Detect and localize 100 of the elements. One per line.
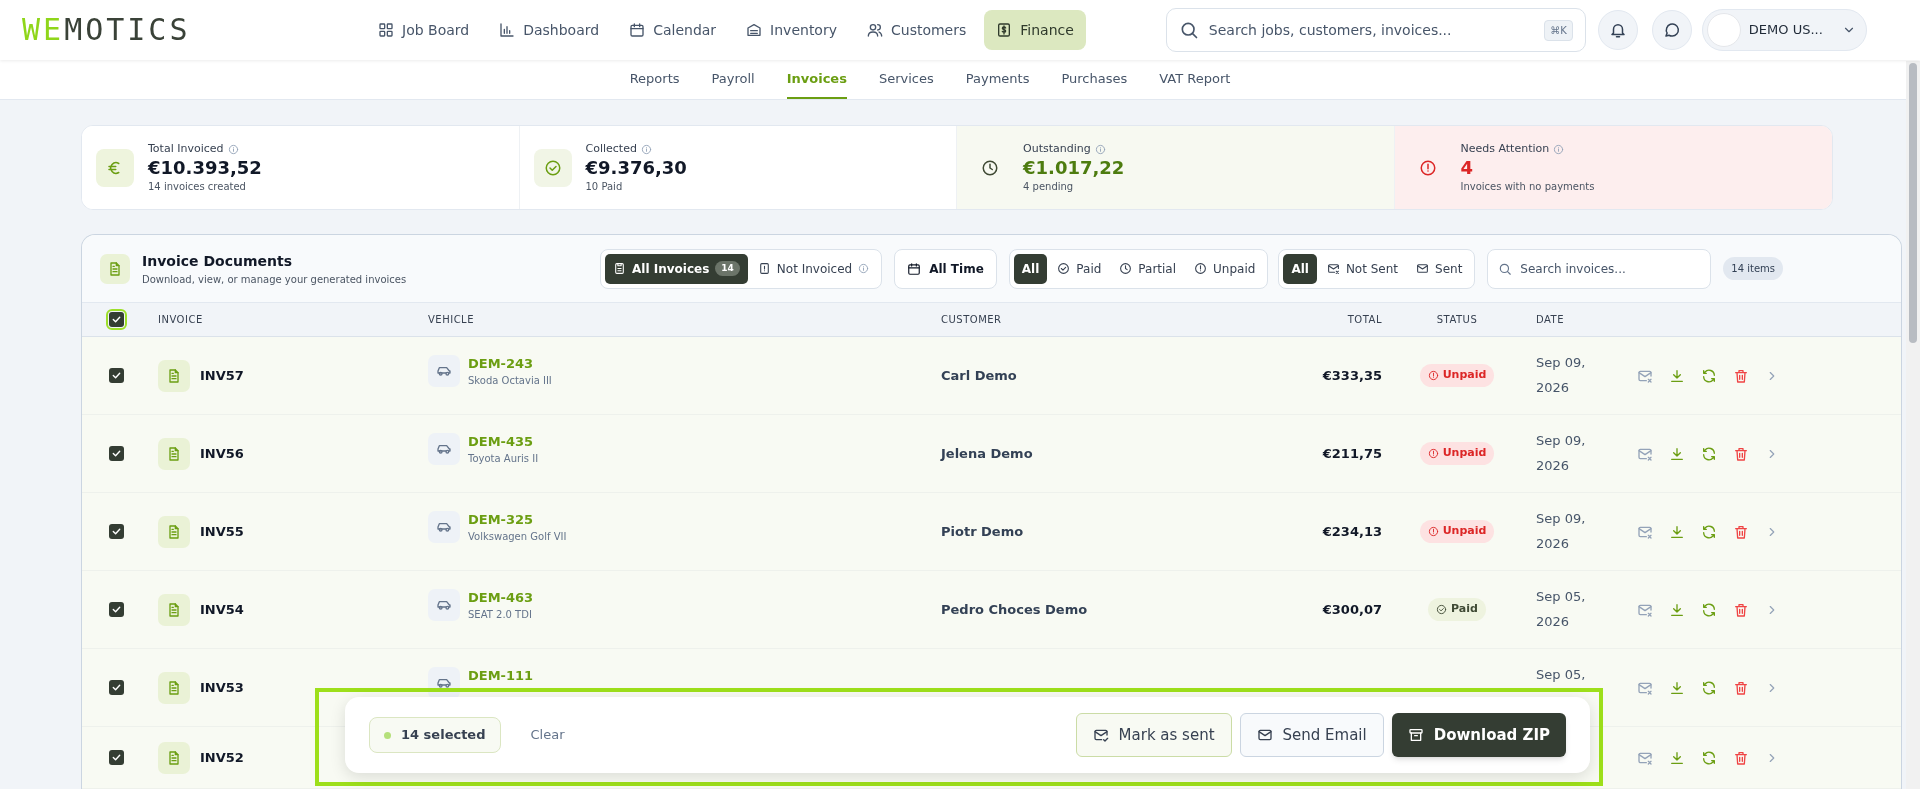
download-icon: [1669, 601, 1685, 618]
invoice-date: Sep 09, 2026: [1536, 432, 1587, 475]
check-circle-icon: [543, 158, 562, 177]
filter-tab[interactable]: Partial: [1111, 253, 1185, 284]
subnav-tab[interactable]: Payroll: [711, 60, 755, 99]
download-button[interactable]: [1669, 523, 1685, 540]
messages-button[interactable]: [1651, 10, 1692, 50]
delete-button[interactable]: [1733, 679, 1749, 696]
stat-value: €1.017,22: [1023, 157, 1125, 180]
invoice-number: INV57: [200, 366, 244, 385]
download-zip-button[interactable]: Download ZIP: [1391, 713, 1566, 757]
invoice-number: INV55: [200, 522, 244, 541]
invoice-number: INV52: [200, 748, 244, 767]
checkbox[interactable]: [109, 680, 124, 695]
invoice-total: €234,13: [1322, 522, 1382, 541]
regenerate-button[interactable]: [1701, 679, 1717, 696]
search-input[interactable]: Search jobs, customers, invoices...: [1208, 19, 1535, 41]
trash-icon: [1733, 679, 1749, 696]
delete-button[interactable]: [1733, 367, 1749, 384]
regenerate-button[interactable]: [1701, 523, 1717, 540]
download-button[interactable]: [1669, 601, 1685, 618]
refresh-icon: [1701, 445, 1717, 462]
stat-label: Outstanding: [1023, 140, 1091, 157]
checkbox[interactable]: [109, 602, 124, 617]
check-icon: [111, 314, 122, 325]
nav-item[interactable]: Finance: [984, 10, 1086, 50]
filter-tab[interactable]: Not Sent: [1318, 253, 1407, 284]
info-icon: [1553, 143, 1565, 155]
subnav-tab[interactable]: Payments: [965, 60, 1030, 99]
checkbox[interactable]: [109, 312, 124, 327]
filter-tab[interactable]: All: [1013, 253, 1048, 284]
filter-tab[interactable]: Not Invoiced: [749, 253, 878, 284]
search-field[interactable]: Search jobs, customers, invoices... ⌘K: [1165, 8, 1586, 52]
notifications-button[interactable]: [1597, 10, 1638, 50]
check-icon: [111, 370, 122, 381]
count-badge: 14: [715, 260, 740, 277]
warehouse-icon: [746, 22, 763, 38]
column-header: INVOICE: [158, 314, 203, 325]
download-button[interactable]: [1669, 445, 1685, 462]
document-icon: [166, 749, 182, 766]
filter-tab[interactable]: Paid: [1049, 253, 1110, 284]
archive-icon: [1407, 727, 1424, 743]
invoice-total: €300,07: [1322, 600, 1382, 619]
download-button[interactable]: [1669, 679, 1685, 696]
stat-value: €9.376,30: [585, 157, 687, 180]
regenerate-button[interactable]: [1701, 749, 1717, 766]
user-menu[interactable]: DEMO US...: [1701, 9, 1867, 51]
regenerate-button[interactable]: [1701, 601, 1717, 618]
document-alert-icon: [757, 262, 771, 275]
document-icon: [613, 262, 626, 275]
nav-item[interactable]: Job Board: [366, 10, 482, 50]
invoice-search-input[interactable]: Search invoices...: [1520, 259, 1701, 278]
subnav-tab[interactable]: VAT Report: [1159, 60, 1231, 99]
column-header: DATE: [1536, 314, 1564, 325]
checkbox[interactable]: [109, 446, 124, 461]
download-button[interactable]: [1669, 749, 1685, 766]
nav-item[interactable]: Customers: [855, 10, 979, 50]
filter-tab[interactable]: All: [1283, 253, 1317, 284]
status-badge: Unpaid: [1419, 364, 1495, 387]
info-icon: [640, 143, 652, 155]
period-button[interactable]: All Time: [894, 248, 997, 289]
nav-item[interactable]: Calendar: [617, 10, 729, 50]
delete-button[interactable]: [1733, 601, 1749, 618]
panel-subtitle: Download, view, or manage your generated invoices: [142, 272, 408, 287]
logo[interactable]: WEMOTICS: [22, 15, 352, 45]
regenerate-button[interactable]: [1701, 445, 1717, 462]
stat-value: €10.393,52: [148, 157, 262, 180]
subnav-tab[interactable]: Purchases: [1061, 60, 1128, 99]
refresh-icon: [1701, 523, 1717, 540]
check-circle-icon: [1436, 604, 1448, 615]
delete-button[interactable]: [1733, 445, 1749, 462]
refresh-icon: [1701, 679, 1717, 696]
check-icon: [111, 752, 122, 763]
nav-item[interactable]: Dashboard: [487, 10, 612, 50]
delete-button[interactable]: [1733, 749, 1749, 766]
send-email-button[interactable]: Send Email: [1239, 713, 1384, 757]
clear-button[interactable]: Clear: [530, 725, 565, 745]
refresh-icon: [1701, 749, 1717, 766]
regenerate-button[interactable]: [1701, 367, 1717, 384]
checkbox[interactable]: [109, 368, 124, 383]
delete-button[interactable]: [1733, 523, 1749, 540]
filter-tab[interactable]: Unpaid: [1186, 253, 1264, 284]
filter-tab[interactable]: Sent: [1408, 253, 1471, 284]
checkbox[interactable]: [109, 524, 124, 539]
status-badge: Unpaid: [1419, 442, 1495, 465]
bell-icon: [1608, 21, 1627, 39]
alert-icon: [1427, 526, 1439, 537]
customer-name: Carl Demo: [941, 366, 1017, 385]
filter-tab[interactable]: All Invoices 14: [605, 253, 748, 284]
mark-as-sent-button[interactable]: Mark as sent: [1075, 713, 1232, 757]
invoice-search-field[interactable]: Search invoices...: [1487, 248, 1712, 289]
scrollbar[interactable]: [1906, 61, 1920, 789]
subnav-tab[interactable]: Services: [878, 60, 934, 99]
checkbox[interactable]: [109, 750, 124, 765]
nav-item[interactable]: Inventory: [734, 10, 849, 50]
subnav-tab[interactable]: Reports: [629, 60, 680, 99]
download-button[interactable]: [1669, 367, 1685, 384]
stat-label: Collected: [585, 140, 637, 157]
bar-chart-icon: [499, 22, 516, 38]
column-header: CUSTOMER: [941, 314, 1002, 325]
